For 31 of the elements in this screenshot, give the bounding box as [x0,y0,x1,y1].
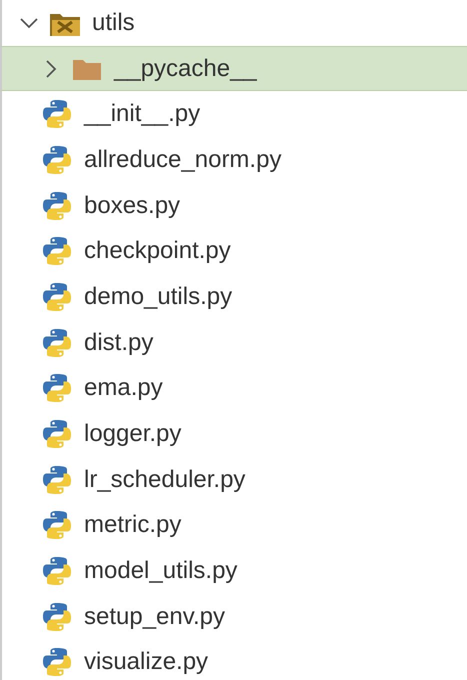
chevron-right-icon[interactable] [44,58,58,79]
tree-item[interactable]: __pycache__ [0,46,467,92]
item-label: demo_utils.py [84,282,232,312]
python-icon [42,602,72,632]
python-icon [42,328,72,358]
item-label: logger.py [84,419,182,450]
python-icon [42,556,72,586]
item-label: lr_scheduler.py [84,464,246,495]
item-label: ema.py [84,373,163,404]
chevron-down-icon[interactable] [19,16,39,30]
item-label: __pycache__ [114,54,257,84]
python-icon [42,510,72,540]
item-label: setup_env.py [84,602,225,632]
item-label: checkpoint.py [84,236,231,266]
python-icon [42,419,72,450]
python-icon [42,236,72,266]
item-label: visualize.py [84,647,208,678]
python-icon [42,144,72,175]
python-icon [42,647,72,678]
item-label: model_utils.py [84,556,238,586]
python-icon [42,464,72,495]
item-label: boxes.py [84,190,180,221]
item-label: allreduce_norm.py [84,144,282,175]
python-icon [42,99,72,130]
item-label: utils [92,8,135,38]
item-label: __init__.py [84,99,200,130]
item-label: metric.py [84,510,182,540]
python-icon [42,282,72,312]
item-label: dist.py [84,328,154,358]
python-icon [42,190,72,221]
python-icon [42,373,72,404]
